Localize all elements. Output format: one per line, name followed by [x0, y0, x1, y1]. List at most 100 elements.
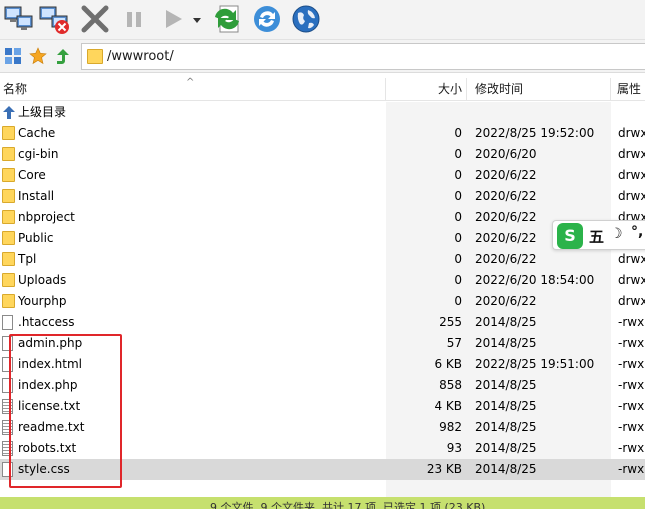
file-attributes: [618, 102, 645, 123]
file-modified: 2020/6/22: [475, 189, 537, 203]
file-size: 858: [439, 378, 462, 392]
file-attributes: drwx: [618, 189, 645, 203]
file-attributes: -rwxr: [618, 315, 645, 329]
file-modified: 2020/6/22: [475, 252, 537, 266]
file-name: Public: [18, 231, 54, 245]
file-row[interactable]: Core 0 2020/6/22 drwx: [0, 165, 645, 186]
file-row[interactable]: Uploads 0 2022/6/20 18:54:00 drwx: [0, 270, 645, 291]
file-size: 0: [454, 168, 462, 182]
status-bar: 9 个文件, 9 个文件夹, 共计 17 项, 已选定 1 项 (23 KB): [0, 497, 645, 509]
column-name-label: 名称: [3, 82, 28, 96]
queue-download-icon[interactable]: [211, 3, 243, 35]
folder-icon: [2, 231, 15, 245]
column-size[interactable]: 大小: [386, 78, 467, 101]
file-modified: 2014/8/25: [475, 336, 537, 350]
column-name[interactable]: 名称: [0, 78, 386, 101]
file-modified: 2014/8/25: [475, 420, 537, 434]
address-input[interactable]: /wwwroot/: [81, 43, 645, 70]
folder-icon: [2, 189, 15, 203]
file-size: 0: [454, 189, 462, 203]
folder-icon: [2, 252, 15, 266]
file-attributes: drwx: [618, 273, 645, 287]
file-size: 0: [454, 252, 462, 266]
file-name: 上级目录: [18, 105, 67, 119]
site-manager-icon[interactable]: [4, 47, 22, 65]
folder-icon: [2, 273, 15, 287]
file-row[interactable]: Yourphp 0 2020/6/22 drwx: [0, 291, 645, 312]
abort-icon[interactable]: [79, 3, 111, 35]
file-name: Yourphp: [18, 294, 67, 308]
parent-directory-row[interactable]: 上级目录: [0, 102, 645, 123]
file-attributes: -rwxr: [618, 336, 645, 350]
file-icon: [2, 315, 13, 330]
folder-icon: [2, 168, 15, 182]
file-size: 4 KB: [434, 399, 462, 413]
file-size: 6 KB: [434, 357, 462, 371]
connect-computer-icon[interactable]: [3, 3, 35, 35]
parent-directory-icon: [2, 105, 16, 120]
column-attributes-label: 属性: [617, 82, 642, 96]
file-size: 0: [454, 231, 462, 245]
column-modified[interactable]: 修改时间: [467, 78, 611, 101]
file-size: 23 KB: [426, 462, 462, 476]
file-attributes: -rwxr: [618, 420, 645, 434]
file-attributes: -rwxr: [618, 441, 645, 455]
file-size: 93: [446, 441, 462, 455]
file-name: cgi-bin: [18, 147, 59, 161]
folder-icon: [87, 49, 103, 64]
file-row[interactable]: nbproject 0 2020/6/22 drwx: [0, 207, 645, 228]
ime-mode[interactable]: 五: [589, 226, 604, 247]
ime-moon-icon[interactable]: ☽: [610, 226, 623, 242]
file-row[interactable]: cgi-bin 0 2020/6/20 drwx: [0, 144, 645, 165]
file-attributes: drwx: [618, 168, 645, 182]
file-attributes: -rwxr: [618, 378, 645, 392]
file-attributes: drwx: [618, 252, 645, 266]
file-size: 0: [454, 147, 462, 161]
file-modified: 2014/8/25: [475, 441, 537, 455]
file-size: 255: [439, 315, 462, 329]
file-modified: 2014/8/25: [475, 315, 537, 329]
ime-toolbar[interactable]: S 五 ☽ °,: [552, 220, 645, 250]
column-header: ^ 名称 大小 修改时间 属性: [0, 78, 645, 101]
column-size-label: 大小: [437, 82, 462, 96]
file-modified: 2020/6/22: [475, 168, 537, 182]
play-icon[interactable]: [157, 3, 189, 35]
file-modified: 2014/8/25: [475, 462, 537, 476]
pause-icon[interactable]: [118, 3, 150, 35]
globe-icon[interactable]: [290, 3, 322, 35]
file-row[interactable]: Cache 0 2022/8/25 19:52:00 drwx: [0, 123, 645, 144]
file-size: 0: [454, 210, 462, 224]
file-size: 57: [446, 336, 462, 350]
sogou-logo-icon[interactable]: S: [557, 223, 583, 249]
file-size: 0: [454, 294, 462, 308]
file-name: .htaccess: [18, 315, 75, 329]
refresh-icon[interactable]: [251, 3, 283, 35]
folder-icon: [2, 147, 15, 161]
file-size: 0: [454, 273, 462, 287]
file-row[interactable]: Install 0 2020/6/22 drwx: [0, 186, 645, 207]
file-modified: 2014/8/25: [475, 399, 537, 413]
file-modified: 2020/6/20: [475, 147, 537, 161]
file-size: 0: [454, 126, 462, 140]
up-folder-icon[interactable]: [54, 47, 72, 65]
ime-punctuation[interactable]: °,: [631, 224, 643, 240]
disconnect-computer-icon[interactable]: [38, 3, 70, 35]
file-modified: 2020/6/22: [475, 294, 537, 308]
folder-icon: [2, 294, 15, 308]
address-row: /wwwroot/: [0, 40, 645, 73]
file-attributes: -rwxr: [618, 357, 645, 371]
toolbar: [0, 0, 645, 40]
folder-icon: [2, 210, 15, 224]
play-dropdown-icon[interactable]: [190, 3, 204, 35]
file-modified: 2014/8/25: [475, 378, 537, 392]
file-size: [386, 102, 462, 123]
file-row[interactable]: Public02020/6/22drwx: [0, 228, 645, 249]
status-text: 9 个文件, 9 个文件夹, 共计 17 项, 已选定 1 项 (23 KB): [210, 501, 486, 509]
file-attributes: -rwxr: [618, 399, 645, 413]
column-attributes[interactable]: 属性: [611, 78, 645, 101]
file-name: Install: [18, 189, 55, 203]
favorites-star-icon[interactable]: [29, 47, 47, 65]
file-row[interactable]: Tpl 0 2020/6/22 drwx: [0, 249, 645, 270]
file-attributes: drwx: [618, 126, 645, 140]
file-row[interactable]: .htaccess 255 2014/8/25 -rwxr: [0, 312, 645, 333]
